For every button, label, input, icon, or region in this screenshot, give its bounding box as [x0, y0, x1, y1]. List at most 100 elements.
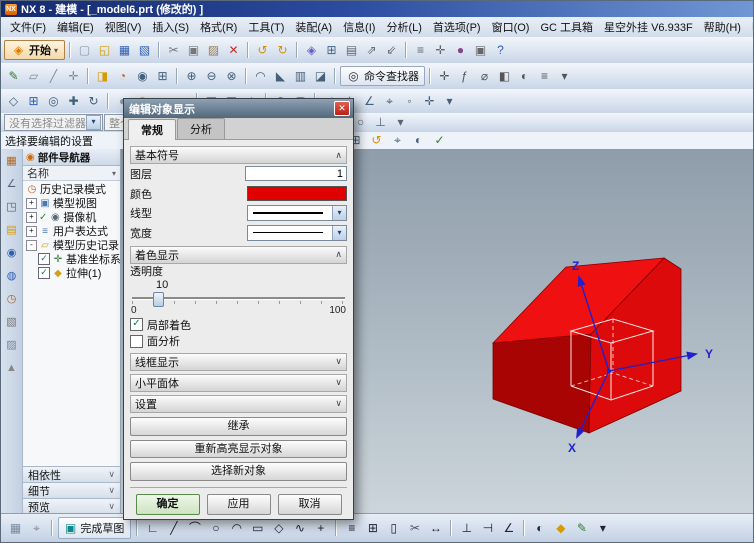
redo-icon[interactable]: ↻	[273, 41, 292, 60]
process-studio-icon[interactable]: ▨	[3, 337, 20, 354]
section-settings[interactable]: 设置 ∨	[130, 395, 347, 413]
menu-item-8[interactable]: 分析(L)	[381, 17, 426, 37]
cue-snap-icon[interactable]: ⌖	[388, 131, 407, 150]
start-button[interactable]: ◈ 开始 ▾	[4, 40, 65, 60]
menu-item-11[interactable]: GC 工具箱	[535, 17, 598, 37]
menu-item-13[interactable]: 帮助(H)	[699, 17, 746, 37]
snap-settings-icon[interactable]: ⌖	[27, 519, 46, 538]
datum-axis-icon[interactable]: ╱	[44, 67, 63, 86]
more-sketch-icon[interactable]: ▾	[593, 519, 612, 538]
menu-item-1[interactable]: 编辑(E)	[52, 17, 99, 37]
hole-icon[interactable]: ◉	[133, 67, 152, 86]
mirror-curve-icon[interactable]: ▯	[384, 519, 403, 538]
menu-item-2[interactable]: 视图(V)	[100, 17, 147, 37]
section-wireframe-display[interactable]: 线框显示 ∨	[130, 353, 347, 371]
menu-item-3[interactable]: 插入(S)	[147, 17, 194, 37]
orient-sketch-icon[interactable]: ◆	[551, 519, 570, 538]
show-constraints-icon[interactable]: ◐	[530, 519, 549, 538]
datum-plane-icon[interactable]: ▱	[24, 67, 43, 86]
menu-item-14[interactable]: HB_MOULD M6.6	[747, 19, 754, 35]
angle-icon[interactable]: ∠	[360, 92, 379, 111]
checkbox[interactable]: ✓	[38, 253, 50, 265]
menu-item-0[interactable]: 文件(F)	[5, 17, 51, 37]
rehighlight-button[interactable]: 重新高亮显示对象	[130, 440, 347, 459]
part-navigator-icon[interactable]: ◳	[3, 199, 20, 216]
system-materials-icon[interactable]: ▧	[3, 314, 20, 331]
save-as-icon[interactable]: ▧	[135, 41, 154, 60]
properties-icon[interactable]: ≡	[411, 41, 430, 60]
close-icon[interactable]: ✕	[334, 101, 350, 116]
plot-icon[interactable]: ▤	[342, 41, 361, 60]
offset-curve-icon[interactable]: ≡	[342, 519, 361, 538]
inherit-button[interactable]: 继承	[130, 417, 347, 436]
column-options-icon[interactable]: ▾	[112, 169, 116, 178]
sketch-prefs-icon[interactable]: ✎	[572, 519, 591, 538]
expression-icon[interactable]: ƒ	[455, 67, 474, 86]
fit-view-icon[interactable]: ⊞	[24, 92, 43, 111]
roles-icon[interactable]: ▲	[3, 360, 20, 377]
details-panel[interactable]: 细节 ∨	[23, 482, 120, 498]
circle-icon[interactable]: ○	[206, 519, 225, 538]
cancel-button[interactable]: 取消	[278, 494, 342, 515]
arc-icon[interactable]: ⌒	[185, 519, 204, 538]
more-snap-icon[interactable]: ▾	[391, 113, 410, 132]
auto-dimension-icon[interactable]: ∠	[499, 519, 518, 538]
tree-item-model-history[interactable]: -▱模型历史记录	[23, 238, 120, 252]
pattern-feature-icon[interactable]: ⊞	[153, 67, 172, 86]
dialog-title-bar[interactable]: 编辑对象显示 ✕	[124, 99, 353, 118]
touch-mode-icon[interactable]: ◈	[302, 41, 321, 60]
apply-button[interactable]: 应用	[207, 494, 271, 515]
show-hide-icon[interactable]: ◐	[515, 67, 534, 86]
face-analysis-checkbox[interactable]	[130, 335, 143, 348]
open-icon[interactable]: ◱	[95, 41, 114, 60]
measure-distance-icon[interactable]: ⌀	[475, 67, 494, 86]
help-icon[interactable]: ?	[491, 41, 510, 60]
export-icon[interactable]: ⇗	[362, 41, 381, 60]
expand-icon[interactable]: +	[26, 198, 37, 209]
profile-icon[interactable]: ∟	[143, 519, 162, 538]
tree-item-camera[interactable]: +✓◉摄像机	[23, 210, 120, 224]
cue-undo-icon[interactable]: ↺	[367, 131, 386, 150]
reuse-library-icon[interactable]: ▤	[3, 222, 20, 239]
menu-item-6[interactable]: 装配(A)	[290, 17, 337, 37]
section-facet-body[interactable]: 小平面体 ∨	[130, 374, 347, 392]
section-basic-symbols[interactable]: 基本符号 ∧	[130, 146, 347, 164]
slider-handle[interactable]	[153, 292, 164, 307]
width-combo[interactable]: ▾	[247, 225, 347, 241]
layer-settings-icon[interactable]: ≡	[535, 67, 554, 86]
dependencies-panel[interactable]: 相依性 ∨	[23, 466, 120, 482]
quick-trim-icon[interactable]: ✂	[405, 519, 424, 538]
cue-shade-icon[interactable]: ◐	[409, 131, 428, 150]
rotate-view-icon[interactable]: ↻	[84, 92, 103, 111]
tree-item-history-mode[interactable]: ◷历史记录模式	[23, 182, 120, 196]
cut-icon[interactable]: ✂	[164, 41, 183, 60]
layer-input[interactable]	[245, 166, 347, 181]
pattern-curve-icon[interactable]: ⊞	[363, 519, 382, 538]
constraint-navigator-icon[interactable]: ∠	[3, 176, 20, 193]
rectangle-icon[interactable]: ▭	[248, 519, 267, 538]
transparency-slider[interactable]	[132, 291, 345, 305]
perpendicular-snap-icon[interactable]: ⊥	[371, 113, 390, 132]
copy-icon[interactable]: ▣	[184, 41, 203, 60]
menu-item-12[interactable]: 星空外挂 V6.933F	[599, 17, 698, 37]
quick-extend-icon[interactable]: ↔	[426, 519, 445, 538]
sketch-grid-icon[interactable]: ▦	[6, 519, 25, 538]
geometric-constraints-icon[interactable]: ⊥	[457, 519, 476, 538]
linetype-combo[interactable]: ▾	[247, 205, 347, 221]
menu-item-10[interactable]: 窗口(O)	[487, 17, 535, 37]
part-navigator-header[interactable]: ◉ 部件导航器	[23, 149, 120, 166]
edge-blend-icon[interactable]: ◠	[251, 67, 270, 86]
orient-view-icon[interactable]: ◇	[4, 92, 23, 111]
sketch-icon[interactable]: ✎	[4, 67, 23, 86]
menu-item-4[interactable]: 格式(R)	[195, 17, 242, 37]
assembly-navigator-icon[interactable]: ▦	[3, 153, 20, 170]
tree-item-datum-csys[interactable]: ✓✛基准坐标系	[23, 252, 120, 266]
menu-item-5[interactable]: 工具(T)	[243, 17, 289, 37]
cue-check-icon[interactable]: ✓	[430, 131, 449, 150]
delete-icon[interactable]: ✕	[224, 41, 243, 60]
snap-icon[interactable]: ⌖	[380, 92, 399, 111]
web-browser-icon[interactable]: ◍	[3, 268, 20, 285]
select-new-object-button[interactable]: 选择新对象	[130, 462, 347, 481]
point-icon[interactable]: +	[311, 519, 330, 538]
subtract-icon[interactable]: ⊖	[202, 67, 221, 86]
